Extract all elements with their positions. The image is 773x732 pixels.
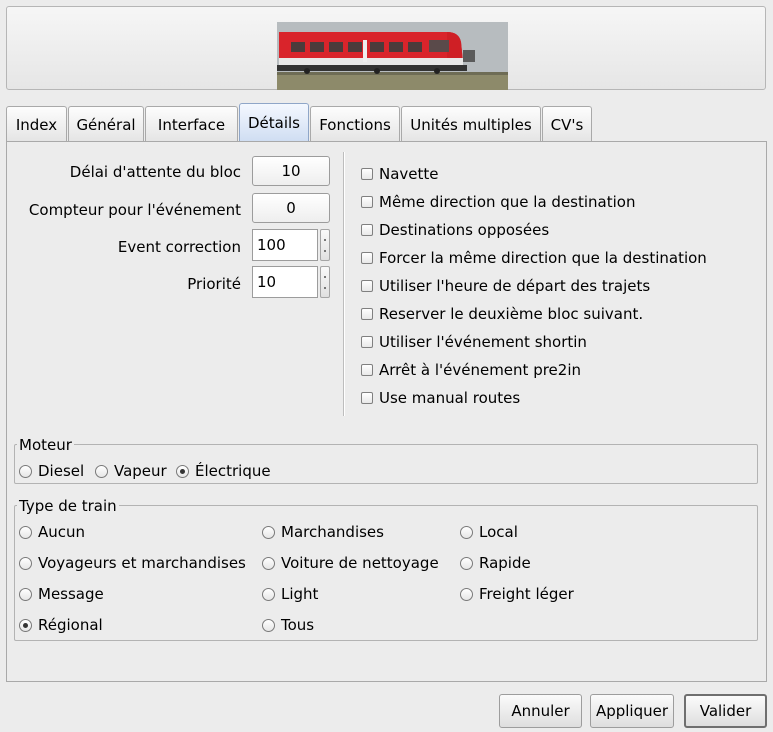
checkbox-label: Forcer la même direction que la destinat…: [379, 249, 707, 267]
radio-icon[interactable]: [262, 618, 275, 632]
checkbox-label: Navette: [379, 165, 439, 183]
radio-label: Freight léger: [479, 585, 574, 603]
radio-label: Aucun: [38, 523, 86, 541]
radio-icon[interactable]: [19, 556, 32, 570]
checkbox-reserver-bloc[interactable]: Reserver le deuxième bloc suivant.: [361, 305, 643, 323]
event-counter-label: Compteur pour l'événement: [28, 201, 241, 219]
engine-group-title: Moteur: [17, 436, 74, 454]
radio-label: Tous: [281, 616, 315, 634]
radio-icon[interactable]: [262, 587, 275, 601]
vertical-separator: [343, 152, 345, 416]
checkbox-icon[interactable]: [361, 168, 373, 180]
checkbox-icon[interactable]: [361, 224, 373, 236]
radio-label: Vapeur: [114, 462, 167, 480]
checkbox-icon[interactable]: [361, 252, 373, 264]
checkbox-icon[interactable]: [361, 336, 373, 348]
train-illustration: [277, 22, 508, 90]
block-wait-field[interactable]: 10: [252, 156, 330, 186]
checkbox-navette[interactable]: Navette: [361, 165, 439, 183]
radio-label: Marchandises: [281, 523, 384, 541]
radio-selected-icon[interactable]: [176, 464, 189, 478]
checkbox-icon[interactable]: [361, 364, 373, 376]
apply-button[interactable]: Appliquer: [590, 694, 674, 728]
radio-tous[interactable]: Tous: [262, 616, 314, 634]
checkbox-destinations-opposees[interactable]: Destinations opposées: [361, 221, 549, 239]
priority-label: Priorité: [187, 275, 241, 293]
train-type-group-title: Type de train: [17, 497, 119, 515]
checkbox-manual-routes[interactable]: Use manual routes: [361, 389, 520, 407]
tab-interface[interactable]: Interface: [145, 106, 238, 142]
radio-icon[interactable]: [460, 587, 473, 601]
radio-rapide[interactable]: Rapide: [460, 554, 531, 572]
priority-input[interactable]: 10: [252, 266, 318, 298]
radio-message[interactable]: Message: [19, 585, 104, 603]
checkbox-label: Use manual routes: [379, 389, 521, 407]
radio-icon[interactable]: [460, 525, 473, 539]
checkbox-label: Destinations opposées: [379, 221, 550, 239]
radio-label: Voiture de nettoyage: [281, 554, 439, 572]
radio-diesel[interactable]: Diesel: [19, 462, 84, 480]
checkbox-shortin[interactable]: Utiliser l'événement shortin: [361, 333, 587, 351]
radio-voyageurs-marchandises[interactable]: Voyageurs et marchandises: [19, 554, 246, 572]
radio-icon[interactable]: [262, 556, 275, 570]
radio-vapeur[interactable]: Vapeur: [95, 462, 167, 480]
checkbox-label: Arrêt à l'événement pre2in: [379, 361, 582, 379]
radio-label: Diesel: [38, 462, 85, 480]
tab-index[interactable]: Index: [6, 106, 67, 142]
checkbox-icon[interactable]: [361, 308, 373, 320]
train-type-group: [14, 505, 758, 641]
radio-icon[interactable]: [19, 525, 32, 539]
radio-aucun[interactable]: Aucun: [19, 523, 85, 541]
checkbox-icon[interactable]: [361, 196, 373, 208]
radio-icon[interactable]: [460, 556, 473, 570]
radio-label: Rapide: [479, 554, 531, 572]
radio-electrique[interactable]: Électrique: [176, 462, 271, 480]
checkbox-pre2in[interactable]: Arrêt à l'événement pre2in: [361, 361, 581, 379]
checkbox-forcer-direction[interactable]: Forcer la même direction que la destinat…: [361, 249, 707, 267]
radio-label: Électrique: [195, 462, 271, 480]
checkbox-icon[interactable]: [361, 280, 373, 292]
tab-general[interactable]: Général: [68, 106, 144, 142]
tab-details[interactable]: Détails: [239, 103, 309, 142]
checkbox-label: Même direction que la destination: [379, 193, 636, 211]
radio-icon[interactable]: [95, 464, 108, 478]
cancel-button[interactable]: Annuler: [499, 694, 582, 728]
tab-unites-multiples[interactable]: Unités multiples: [401, 106, 541, 142]
radio-voiture-nettoyage[interactable]: Voiture de nettoyage: [262, 554, 439, 572]
priority-stepper[interactable]: [320, 266, 330, 298]
radio-label: Voyageurs et marchandises: [38, 554, 246, 572]
radio-light[interactable]: Light: [262, 585, 318, 603]
tab-cvs[interactable]: CV's: [542, 106, 592, 142]
ok-button[interactable]: Valider: [684, 694, 767, 728]
checkbox-label: Utiliser l'événement shortin: [379, 333, 587, 351]
checkbox-label: Utiliser l'heure de départ des trajets: [379, 277, 651, 295]
radio-regional[interactable]: Régional: [19, 616, 103, 634]
event-counter-field[interactable]: 0: [252, 193, 330, 223]
radio-icon[interactable]: [262, 525, 275, 539]
event-correction-input[interactable]: 100: [252, 229, 318, 261]
radio-label: Local: [479, 523, 518, 541]
radio-freight-leger[interactable]: Freight léger: [460, 585, 574, 603]
radio-label: Light: [281, 585, 319, 603]
radio-label: Message: [38, 585, 104, 603]
radio-label: Régional: [38, 616, 103, 634]
locomotive-image: [277, 22, 508, 90]
checkbox-label: Reserver le deuxième bloc suivant.: [379, 305, 644, 323]
radio-icon[interactable]: [19, 587, 32, 601]
checkbox-meme-direction[interactable]: Même direction que la destination: [361, 193, 635, 211]
radio-icon[interactable]: [19, 464, 32, 478]
checkbox-icon[interactable]: [361, 392, 373, 404]
checkbox-heure-depart[interactable]: Utiliser l'heure de départ des trajets: [361, 277, 650, 295]
event-correction-stepper[interactable]: [320, 229, 330, 261]
locomotive-image-panel: [6, 6, 766, 90]
radio-marchandises[interactable]: Marchandises: [262, 523, 384, 541]
event-correction-label: Event correction: [117, 238, 241, 256]
radio-selected-icon[interactable]: [19, 618, 32, 632]
block-wait-label: Délai d'attente du bloc: [69, 163, 241, 181]
radio-local[interactable]: Local: [460, 523, 518, 541]
tab-fonctions[interactable]: Fonctions: [310, 106, 400, 142]
